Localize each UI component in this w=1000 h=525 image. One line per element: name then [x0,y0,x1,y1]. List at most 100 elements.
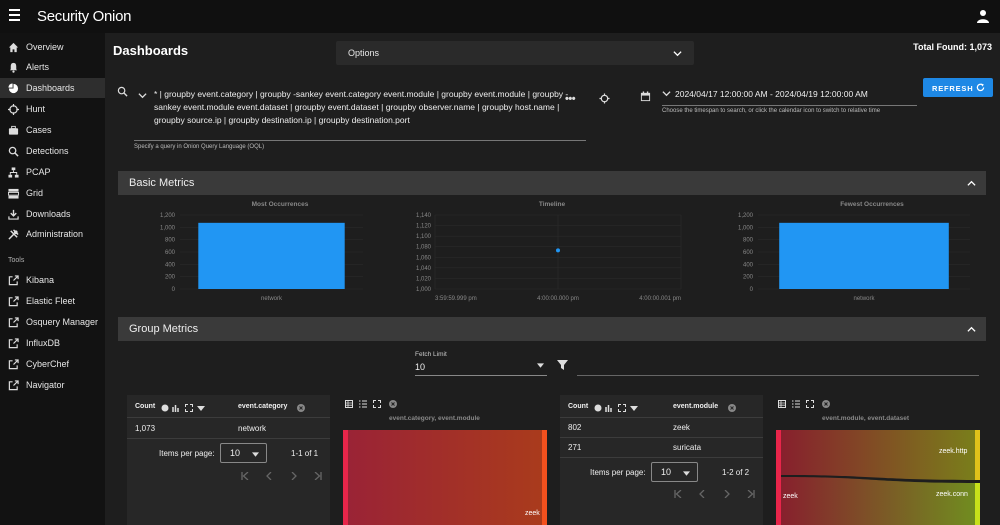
sankey-link[interactable] [781,430,975,480]
sidebar-item-cyberchef[interactable]: CyberChef [0,354,105,374]
remove-icon[interactable] [389,400,397,408]
external-link-icon [8,275,19,286]
sidebar-item-grid[interactable]: Grid [0,183,105,203]
query-input[interactable]: * | groupby event.category | groupby -sa… [154,88,586,127]
account-icon[interactable] [976,9,990,23]
table-icon[interactable] [778,400,786,408]
sidebar-item-dashboards[interactable]: Dashboards [0,78,105,98]
fullscreen-icon[interactable] [618,404,626,412]
pie-chart-icon[interactable] [161,404,169,412]
bar-chart-icon[interactable] [605,404,613,412]
sankey-node-label: zeek.conn [936,491,968,498]
pagination-range: 1-2 of 2 [722,468,750,477]
refresh-label: REFRESH [932,84,974,93]
calendar-icon[interactable] [640,91,651,102]
tools-heading: Tools [8,257,25,264]
menu-icon[interactable] [9,9,20,24]
fullscreen-icon[interactable] [185,404,193,412]
remove-icon[interactable] [728,404,736,412]
list-icon[interactable] [359,400,367,408]
sankey-node-source[interactable] [776,430,781,525]
chart-point[interactable] [556,248,560,253]
sidebar-item-pcap[interactable]: PCAP [0,162,105,182]
daterange-input[interactable]: 2024/04/17 12:00:00 AM - 2024/04/19 12:0… [675,89,868,99]
sankey-link[interactable] [348,430,542,525]
list-icon[interactable] [792,400,800,408]
sankey-node-source[interactable] [343,430,348,525]
prev-page-icon[interactable] [698,490,706,498]
sankey-node-target[interactable] [975,483,980,525]
sidebar-item-administration[interactable]: Administration [0,224,105,244]
first-page-icon[interactable] [241,472,249,480]
caret-down-icon[interactable] [630,405,638,413]
sidebar-item-navigator[interactable]: Navigator [0,375,105,395]
sankey-node-label: zeek [783,493,798,500]
sidebar-item-overview[interactable]: Overview [0,37,105,57]
pie-chart-icon [8,83,19,94]
pie-chart-icon[interactable] [594,404,602,412]
chart-bar[interactable] [779,222,949,289]
sankey-node-target[interactable] [542,430,547,525]
sidebar-item-alerts[interactable]: Alerts [0,57,105,77]
sidebar-item-label: Cases [26,125,52,135]
daterange-underline [662,105,917,106]
last-page-icon[interactable] [314,472,322,480]
sidebar-item-downloads[interactable]: Downloads [0,204,105,224]
last-page-icon[interactable] [747,490,755,498]
table-row-count: 802 [568,423,582,432]
sidebar-item-kibana[interactable]: Kibana [0,270,105,290]
table-row-value[interactable]: suricata [673,443,701,452]
refresh-button[interactable]: REFRESH [923,78,993,97]
sidebar-item-osquery-manager[interactable]: Osquery Manager [0,312,105,332]
next-page-icon[interactable] [723,490,731,498]
remove-icon[interactable] [297,404,305,412]
chevron-down-icon[interactable] [662,89,671,98]
sidebar-item-cases[interactable]: Cases [0,120,105,140]
briefcase-icon [8,125,19,135]
caret-down-icon[interactable] [537,363,544,368]
table-icon[interactable] [345,400,353,408]
basic-metrics-header[interactable]: Basic Metrics [118,171,986,195]
bar-chart-icon[interactable] [172,404,180,412]
prev-page-icon[interactable] [265,472,273,480]
count-header[interactable]: Count [135,403,155,410]
sidebar-item-label: Downloads [26,209,71,219]
table-row-value[interactable]: network [238,424,266,433]
remove-icon[interactable] [822,400,830,408]
fetch-limit-select[interactable]: 10 [415,362,425,372]
more-options-icon[interactable]: ••• [565,93,576,105]
sidebar-item-detections[interactable]: Detections [0,141,105,161]
options-dropdown[interactable]: Options [336,41,694,65]
sidebar-item-hunt[interactable]: Hunt [0,99,105,119]
row-divider [560,457,763,458]
x-tick-label: network [261,296,283,302]
basic-metrics-title: Basic Metrics [129,177,195,189]
count-header[interactable]: Count [568,403,588,410]
options-label: Options [348,48,380,58]
search-icon[interactable] [117,86,128,97]
chevron-up-icon[interactable] [967,179,976,188]
group-metrics-header[interactable]: Group Metrics [118,317,986,341]
chevron-down-icon[interactable] [138,91,147,100]
grid-icon [8,188,19,199]
table-row-value[interactable]: zeek [673,423,690,432]
caret-down-icon[interactable] [197,405,205,413]
sidebar-item-influxdb[interactable]: InfluxDB [0,333,105,353]
chevron-up-icon[interactable] [967,325,976,334]
items-per-page-select[interactable]: 10 [651,462,698,482]
fullscreen-icon[interactable] [806,400,814,408]
field-header[interactable]: event.module [673,403,718,410]
field-header[interactable]: event.category [238,403,287,410]
fullscreen-icon[interactable] [373,400,381,408]
sankey-link[interactable] [781,477,975,525]
next-page-icon[interactable] [290,472,298,480]
items-per-page-select[interactable]: 10 [220,443,267,463]
sankey-node-target[interactable] [975,430,980,480]
first-page-icon[interactable] [674,490,682,498]
y-tick-label: 1,140 [416,213,432,219]
y-tick-label: 800 [165,238,176,244]
filter-icon[interactable] [557,360,568,370]
sidebar-item-elastic-fleet[interactable]: Elastic Fleet [0,291,105,311]
crosshairs-icon[interactable] [599,93,610,104]
chart-bar[interactable] [198,222,345,289]
